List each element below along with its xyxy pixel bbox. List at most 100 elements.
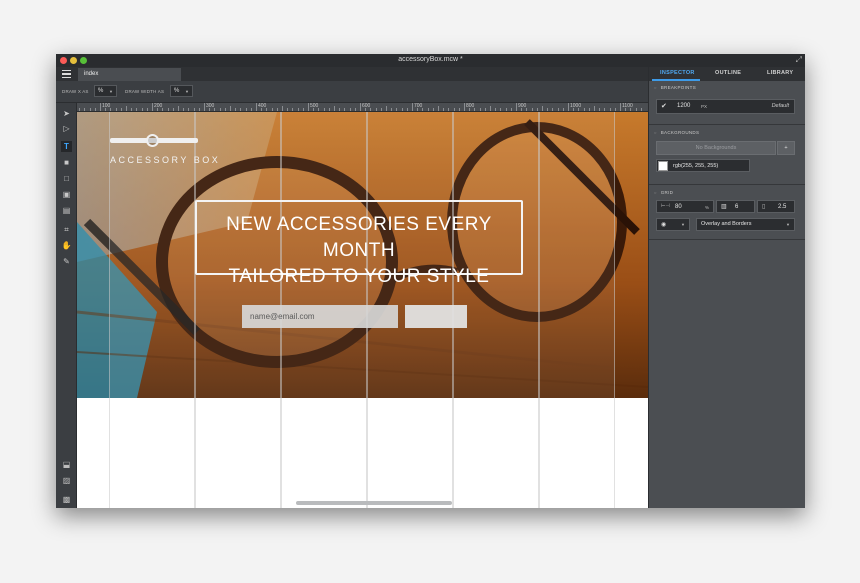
ruler-tick [110, 108, 112, 111]
backgrounds-section: BACKGROUNDS No Backgrounds + rgb(255, 25… [649, 125, 805, 185]
background-color-value: rgb(255, 255, 255) [673, 163, 719, 169]
ruler-tick [318, 108, 320, 111]
background-color-field[interactable]: rgb(255, 255, 255) [656, 159, 750, 172]
breakpoint-row[interactable]: ✔ 1200 PX Default [656, 99, 795, 114]
ruler-tick [510, 108, 512, 111]
ruler-tick [505, 108, 507, 111]
image-tool-icon[interactable]: ▣ [61, 189, 72, 200]
ruler-tick [334, 106, 335, 111]
breakpoints-title: BREAKPOINTS [654, 85, 696, 90]
ruler-tick [375, 108, 377, 111]
ruler-tick [594, 106, 595, 111]
ruler-tick [271, 108, 273, 111]
color-swatch[interactable] [658, 161, 668, 171]
ruler-tick [396, 108, 398, 111]
ruler-tick [214, 108, 216, 111]
grid-width-value: 80 [675, 204, 682, 210]
ruler-tick [287, 108, 289, 111]
no-backgrounds-field[interactable]: No Backgrounds [656, 141, 776, 155]
ruler-tick [146, 108, 148, 111]
hamburger-menu-icon[interactable] [62, 70, 71, 78]
ruler-tick [344, 108, 346, 111]
image-asset-icon[interactable]: ▨ [61, 475, 72, 485]
breakpoint-unit: PX [701, 104, 708, 109]
draw-x-label: DRAW X AS [62, 89, 89, 94]
chat-icon[interactable]: ▩ [61, 494, 72, 504]
checkmark-icon: ✔ [661, 103, 667, 110]
ruler-tick [250, 108, 252, 111]
ruler-tick [542, 106, 543, 111]
ruler-tick [323, 108, 325, 111]
gutter-icon: ▯ [762, 204, 766, 210]
grid-visibility-toggle[interactable]: ◉ ▼ [656, 218, 690, 231]
ruler-tick [115, 108, 117, 111]
ruler-tick [599, 108, 601, 111]
draw-width-value: % [174, 88, 180, 94]
ruler-tick [458, 108, 460, 111]
ruler-tick [536, 108, 538, 111]
design-canvas[interactable]: ACCESSORY BOX NEW ACCESSORIES EVERY MONT… [77, 112, 648, 508]
tab-outline[interactable]: OUTLINE [715, 70, 741, 76]
grid-width-field[interactable]: ⊢⊣ 80 % [656, 200, 714, 213]
box-tool-icon[interactable]: ■ [61, 157, 72, 168]
ruler-tick [240, 108, 242, 111]
direct-select-icon[interactable]: ▷ [61, 123, 72, 134]
grid-display-select[interactable]: Overlay and Borders ▼ [696, 218, 795, 231]
draw-width-select[interactable]: % ▼ [170, 85, 193, 97]
stamp-icon[interactable]: ⬓ [61, 459, 72, 469]
canvas-scrollbar[interactable] [296, 501, 452, 505]
grid-title: GRID [654, 190, 673, 195]
submit-button[interactable] [405, 305, 467, 328]
text-tool-icon[interactable]: T [61, 141, 72, 152]
ruler-tick [391, 108, 393, 111]
embed-tool-icon[interactable]: ▤ [61, 205, 72, 216]
window-title: accessoryBox.mcw * [398, 56, 463, 63]
ruler-label: 600 [362, 103, 371, 109]
ruler-tick [178, 106, 179, 111]
ruler-tick [412, 103, 413, 111]
ruler-tick [500, 108, 502, 111]
ruler-tick [380, 108, 382, 111]
ruler-tick [183, 108, 185, 111]
ruler-tick [126, 106, 127, 111]
email-input[interactable] [242, 305, 398, 328]
ruler-tick [531, 108, 533, 111]
hand-tool-icon[interactable]: ✋ [61, 240, 72, 251]
add-background-button[interactable]: + [777, 141, 795, 155]
ruler-tick [547, 108, 549, 111]
tab-index[interactable]: index [78, 68, 181, 81]
ruler-tick [282, 106, 283, 111]
grid-columns-field[interactable]: ▥ 6 [716, 200, 755, 213]
ruler-tick [339, 108, 341, 111]
ruler-tick [89, 108, 91, 111]
ruler-tick [453, 108, 455, 111]
breakpoints-section: BREAKPOINTS ✔ 1200 PX Default [649, 81, 805, 125]
crop-tool-icon[interactable]: ⌗ [61, 224, 72, 235]
select-arrow-icon[interactable]: ➤ [61, 108, 72, 119]
ruler-tick [620, 103, 621, 111]
ruler-tick [609, 108, 611, 111]
ruler-tick [204, 103, 205, 111]
draw-x-select[interactable]: % ▼ [94, 85, 117, 97]
ruler-tick [640, 108, 642, 111]
ruler-label: 800 [466, 103, 475, 109]
logo[interactable]: ACCESSORY BOX [110, 134, 218, 170]
ruler-tick [193, 108, 195, 111]
headline-box[interactable]: NEW ACCESSORIES EVERY MONTH TAILORED TO … [195, 200, 523, 287]
tab-library[interactable]: LIBRARY [767, 70, 793, 76]
ruler-tick [266, 108, 268, 111]
fullscreen-icon[interactable]: ⤢ [796, 56, 802, 64]
draw-width-label: DRAW WIDTH AS [125, 89, 165, 94]
ruler-label: 500 [310, 103, 319, 109]
breakpoint-value: 1200 [677, 103, 691, 109]
grid-gutter-field[interactable]: ▯ 2.5 [757, 200, 795, 213]
columns-icon: ▥ [721, 204, 727, 210]
headline-line-2: TAILORED TO YOUR STYLE [228, 266, 490, 287]
container-tool-icon[interactable]: □ [61, 173, 72, 184]
tab-inspector[interactable]: INSPECTOR [660, 70, 695, 76]
eyedropper-icon[interactable]: ✎ [61, 256, 72, 267]
ruler-label: 1000 [570, 103, 582, 109]
ruler-tick [308, 103, 309, 111]
app-window: accessoryBox.mcw * ⤢ index DRAW X AS % ▼… [56, 54, 805, 508]
grid-gutter-value: 2.5 [778, 204, 787, 210]
